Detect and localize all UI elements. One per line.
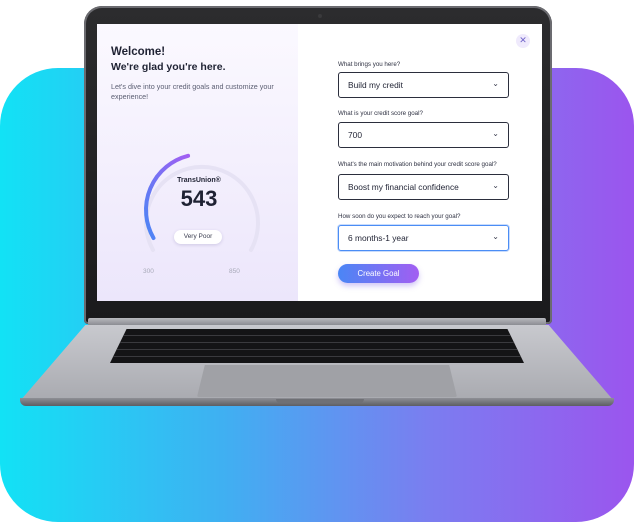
- welcome-title: Welcome!: [111, 46, 166, 58]
- keyboard-row: [110, 349, 524, 350]
- laptop-opening-notch: [276, 399, 364, 403]
- score-goal-select[interactable]: 700 ⌄: [338, 122, 509, 148]
- keyboard-row: [110, 335, 524, 336]
- welcome-panel: Welcome! We're glad you're here. Let's d…: [97, 24, 298, 301]
- chevron-down-icon: ⌄: [492, 232, 499, 241]
- laptop-trackpad: [197, 365, 457, 397]
- camera-icon: [318, 14, 322, 18]
- score-rating-badge: Very Poor: [174, 230, 222, 244]
- laptop-hinge: [88, 318, 546, 326]
- credit-bureau-label: TransUnion®: [177, 177, 221, 184]
- question-label-timeframe: How soon do you expect to reach your goa…: [338, 213, 461, 220]
- goal-form: ✕ What brings you here? Build my credit …: [298, 24, 542, 301]
- motivation-select-value: Boost my financial confidence: [348, 182, 459, 192]
- timeframe-select[interactable]: 6 months-1 year ⌄: [338, 225, 509, 251]
- chevron-down-icon: ⌄: [492, 79, 499, 88]
- motivation-select[interactable]: Boost my financial confidence ⌄: [338, 174, 509, 200]
- question-label-motivation: What's the main motivation behind your c…: [338, 161, 497, 168]
- question-label-reason: What brings you here?: [338, 61, 401, 68]
- chevron-down-icon: ⌄: [492, 181, 499, 190]
- welcome-subtitle: We're glad you're here.: [111, 61, 226, 73]
- question-label-score-goal: What is your credit score goal?: [338, 110, 423, 117]
- timeframe-select-value: 6 months-1 year: [348, 233, 409, 243]
- laptop-screen: Welcome! We're glad you're here. Let's d…: [97, 24, 542, 301]
- keyboard-row: [110, 342, 524, 343]
- gauge-min-label: 300: [143, 268, 154, 275]
- score-goal-select-value: 700: [348, 130, 362, 140]
- laptop-keyboard: [110, 329, 524, 363]
- reason-select-value: Build my credit: [348, 80, 403, 90]
- chevron-down-icon: ⌄: [492, 129, 499, 138]
- create-goal-button[interactable]: Create Goal: [338, 264, 419, 283]
- gauge-max-label: 850: [229, 268, 240, 275]
- welcome-intro: Let's dive into your credit goals and cu…: [111, 82, 274, 101]
- credit-score-value: 543: [180, 186, 218, 211]
- keyboard-row: [110, 356, 524, 357]
- reason-select[interactable]: Build my credit ⌄: [338, 72, 509, 98]
- close-icon[interactable]: ✕: [516, 34, 530, 48]
